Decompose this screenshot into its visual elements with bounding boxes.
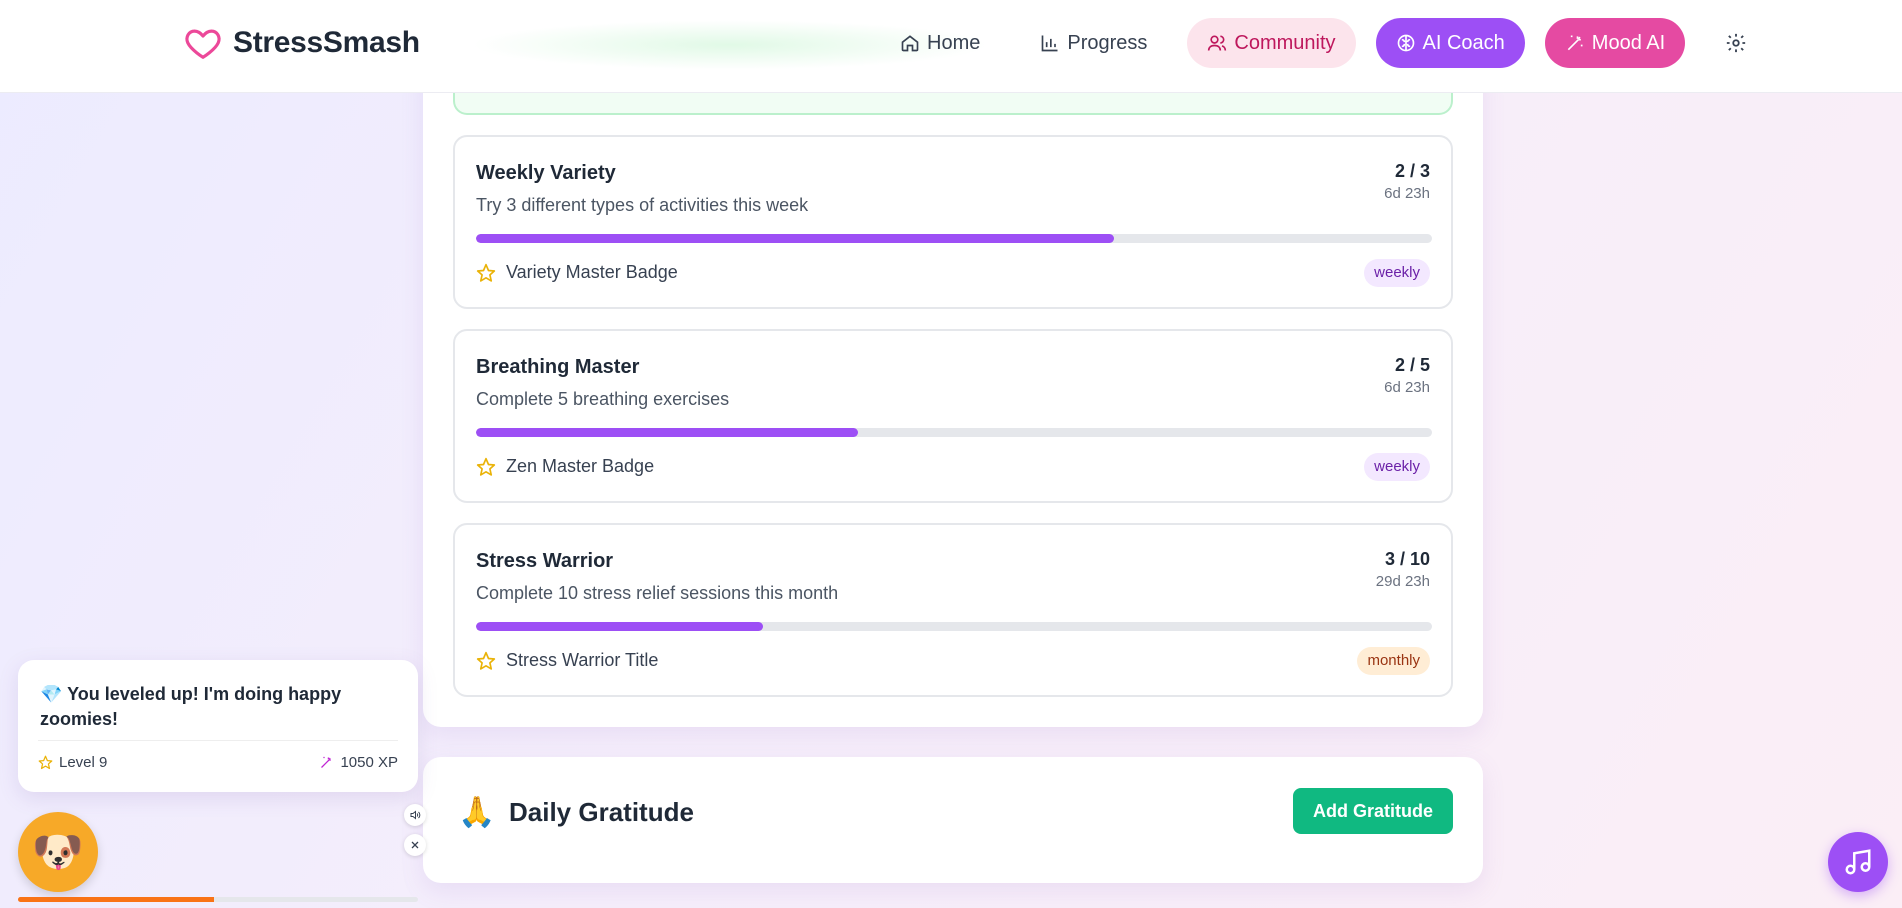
challenge-time-left: 6d 23h — [1384, 379, 1430, 396]
daily-gratitude-card: 🙏 Daily Gratitude Add Gratitude — [423, 757, 1483, 883]
challenge-reward: Variety Master Badge — [476, 262, 678, 283]
challenge-time-left: 6d 23h — [1384, 185, 1430, 202]
pet-speech-bubble: 💎 You leveled up! I'm doing happy zoomie… — [18, 660, 418, 792]
challenge-count: 2 / 3 — [1394, 161, 1430, 181]
speaker-icon — [410, 810, 421, 820]
music-note-icon — [1845, 849, 1871, 875]
add-gratitude-button[interactable]: Add Gratitude — [1293, 788, 1453, 834]
pet-xp-progress-bar — [18, 897, 418, 902]
challenge-description: Complete 5 breathing exercises — [476, 389, 730, 409]
app-logo[interactable]: StressSmash — [183, 24, 420, 62]
nav-home[interactable]: Home — [880, 18, 1000, 68]
nav-mood-ai-label: Mood AI — [1591, 31, 1666, 54]
challenge-count: 3 / 10 — [1384, 549, 1430, 569]
challenge-time-left: 29d 23h — [1375, 573, 1430, 590]
challenge-count: 2 / 5 — [1394, 355, 1430, 375]
music-player-button[interactable] — [1828, 832, 1888, 892]
pet-level-label: Level 9 — [59, 754, 108, 771]
magic-wand-icon — [1567, 35, 1583, 51]
close-icon — [411, 841, 419, 849]
users-icon — [1208, 35, 1227, 51]
bubble-divider — [38, 740, 398, 741]
challenge-reward-label: Variety Master Badge — [506, 262, 678, 282]
star-icon — [476, 263, 496, 282]
challenge-progress-fill — [476, 428, 859, 437]
challenge-title: Breathing Master — [476, 356, 640, 378]
home-icon — [901, 35, 919, 52]
challenge-reward-label: Zen Master Badge — [506, 456, 655, 476]
app-name: StressSmash — [233, 26, 420, 59]
challenge-description: Complete 10 stress relief sessions this … — [476, 583, 839, 603]
top-header: StressSmash Home Progress Community AI C… — [0, 0, 1902, 93]
nav-mood-ai[interactable]: Mood AI — [1544, 18, 1686, 68]
challenge-title: Weekly Variety — [476, 162, 616, 184]
challenge-card[interactable]: Stress Warrior Complete 10 stress relief… — [453, 523, 1453, 697]
pet-xp: 1050 XP — [319, 754, 398, 771]
challenge-type-badge: monthly — [1357, 647, 1430, 675]
nav-progress-label: Progress — [1067, 31, 1148, 54]
nav-community[interactable]: Community — [1187, 18, 1356, 68]
brain-icon — [1397, 34, 1414, 52]
nav-home-label: Home — [927, 31, 981, 54]
star-icon — [38, 755, 53, 770]
challenge-description: Try 3 different types of activities this… — [476, 195, 809, 215]
gratitude-title: Daily Gratitude — [509, 797, 694, 827]
sparkle-icon — [321, 756, 332, 768]
challenge-card[interactable]: Weekly Variety Try 3 different types of … — [453, 135, 1453, 309]
challenge-title: Stress Warrior — [476, 550, 614, 572]
challenge-progress-bar — [476, 622, 1432, 631]
gem-icon: 💎 — [40, 684, 63, 704]
nav-community-label: Community — [1234, 31, 1336, 54]
pet-avatar[interactable]: 🐶 — [18, 812, 98, 892]
challenge-progress-bar — [476, 234, 1432, 243]
challenge-card[interactable]: Breathing Master Complete 5 breathing ex… — [453, 329, 1453, 503]
challenge-type-badge: weekly — [1364, 453, 1430, 481]
pet-level: Level 9 — [38, 754, 107, 771]
pet-message-text: You leveled up! I'm doing happy zoomies! — [40, 684, 342, 729]
nav-progress[interactable]: Progress — [1020, 18, 1167, 68]
challenge-progress-fill — [476, 622, 763, 631]
heart-icon — [185, 29, 221, 59]
pet-message: 💎 You leveled up! I'm doing happy zoomie… — [40, 682, 370, 732]
nav-ai-coach-label: AI Coach — [1422, 31, 1505, 54]
star-icon — [476, 457, 496, 476]
sound-toggle-button[interactable] — [404, 804, 426, 826]
pet-xp-progress-fill — [18, 897, 214, 902]
challenge-type-badge: weekly — [1364, 259, 1430, 287]
nav-ai-coach[interactable]: AI Coach — [1375, 18, 1525, 68]
challenge-reward: Stress Warrior Title — [476, 650, 658, 671]
bar-chart-icon — [1042, 35, 1058, 52]
challenge-reward: Zen Master Badge — [476, 456, 654, 477]
gear-icon[interactable] — [1725, 32, 1747, 54]
challenge-progress-fill — [476, 234, 1114, 243]
star-icon — [476, 651, 496, 670]
main-nav: Home Progress Community AI Coach Mood AI — [880, 18, 1747, 68]
praying-hands-icon: 🙏 — [458, 796, 496, 829]
challenge-progress-bar — [476, 428, 1432, 437]
pet-xp-label: 1050 XP — [340, 754, 398, 771]
challenge-reward-label: Stress Warrior Title — [506, 650, 659, 670]
close-pet-button[interactable] — [404, 834, 426, 856]
